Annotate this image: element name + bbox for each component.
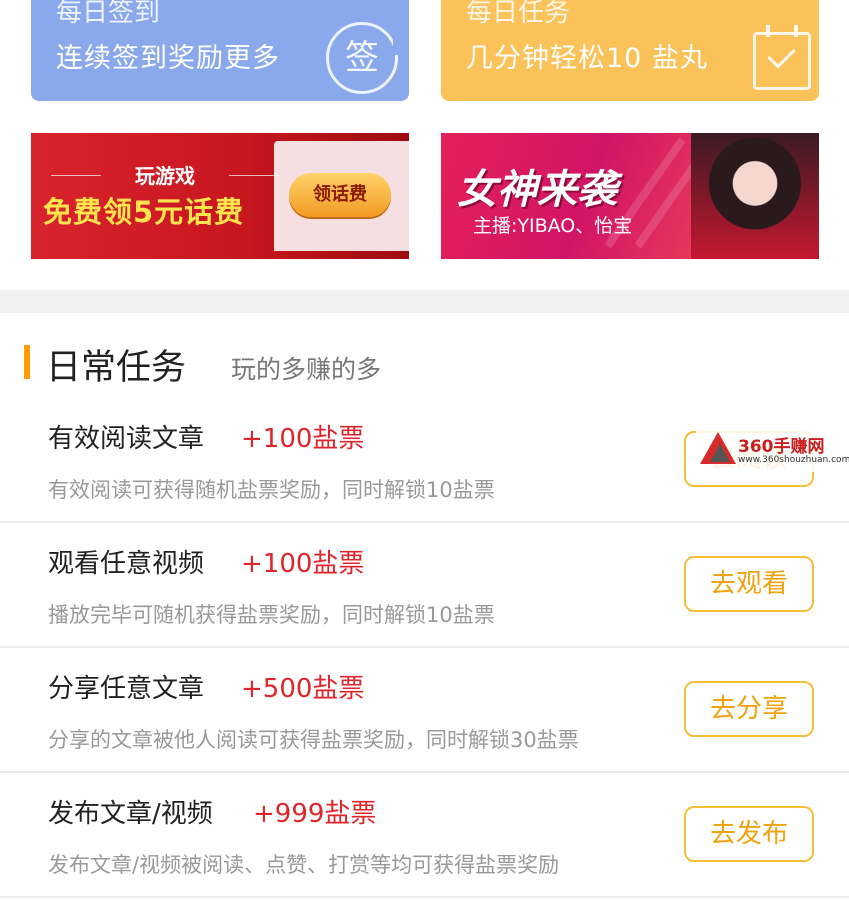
task-row-share: 分享任意文章 +500盐票 分享的文章被他人阅读可获得盐票奖励，同时解锁30盐票… [0, 648, 849, 773]
section-divider [0, 290, 849, 313]
goddess-live-banner[interactable]: 女神来袭 主播:YIBAO、怡宝 [441, 133, 819, 259]
watermark-logo: 360手赚网 www.360shouzhuan.com [696, 428, 849, 472]
task-row-video: 观看任意视频 +100盐票 播放完毕可随机获得盐票奖励，同时解锁10盐票 去观看 [0, 523, 849, 648]
task-name: 分享任意文章 [48, 674, 205, 704]
claim-credit-button[interactable]: 领话费 [289, 173, 391, 217]
host-name: 主播:YIBAO、怡宝 [473, 215, 633, 237]
task-reward: +500盐票 [241, 674, 365, 704]
section-accent-bar [24, 345, 30, 379]
goddess-headline: 女神来袭 [457, 167, 617, 213]
task-description: 有效阅读可获得随机盐票奖励，同时解锁10盐票 [48, 478, 495, 502]
daily-task-card[interactable]: 每日任务 几分钟轻松10 盐丸 [441, 0, 819, 101]
task-description: 播放完毕可随机获得盐票奖励，同时解锁10盐票 [48, 603, 495, 627]
section-subtitle: 玩的多赚的多 [231, 355, 382, 384]
task-name: 有效阅读文章 [48, 424, 205, 454]
watermark-url: www.360shouzhuan.com [738, 455, 849, 465]
daily-task-subtitle: 几分钟轻松10 盐丸 [466, 43, 708, 74]
host-portrait-image [691, 133, 819, 259]
watermark-brand: 360手赚网 [738, 437, 825, 457]
task-reward: +100盐票 [241, 549, 365, 579]
go-share-button[interactable]: 去分享 [684, 681, 814, 737]
calendar-check-icon [753, 25, 811, 90]
task-reward: +100盐票 [241, 424, 365, 454]
signin-stamp-icon: 签 [326, 22, 403, 94]
daily-task-title: 每日任务 [466, 0, 571, 28]
signin-title: 每日签到 [56, 0, 161, 28]
task-description: 分享的文章被他人阅读可获得盐票奖励，同时解锁30盐票 [48, 728, 579, 752]
game-phone-credit-banner[interactable]: 玩游戏 免费领5元话费 领话费 [31, 133, 409, 259]
task-reward: +999盐票 [253, 799, 377, 829]
signin-subtitle: 连续签到奖励更多 [56, 43, 280, 74]
task-row-publish: 发布文章/视频 +999盐票 发布文章/视频被阅读、点赞、打赏等均可获得盐票奖励… [0, 773, 849, 898]
task-description: 发布文章/视频被阅读、点赞、打赏等均可获得盐票奖励 [48, 853, 560, 877]
row-separator [0, 896, 849, 898]
logo-inner-triangle-icon [710, 444, 730, 462]
go-publish-button[interactable]: 去发布 [684, 806, 814, 862]
play-game-label: 玩游戏 [135, 164, 195, 188]
free-credit-label: 免费领5元话费 [43, 195, 245, 229]
daily-signin-card[interactable]: 每日签到 连续签到奖励更多 签 [31, 0, 409, 101]
go-watch-button[interactable]: 去观看 [684, 556, 814, 612]
task-name: 观看任意视频 [48, 549, 205, 579]
task-name: 发布文章/视频 [48, 799, 213, 829]
section-title: 日常任务 [46, 348, 187, 388]
